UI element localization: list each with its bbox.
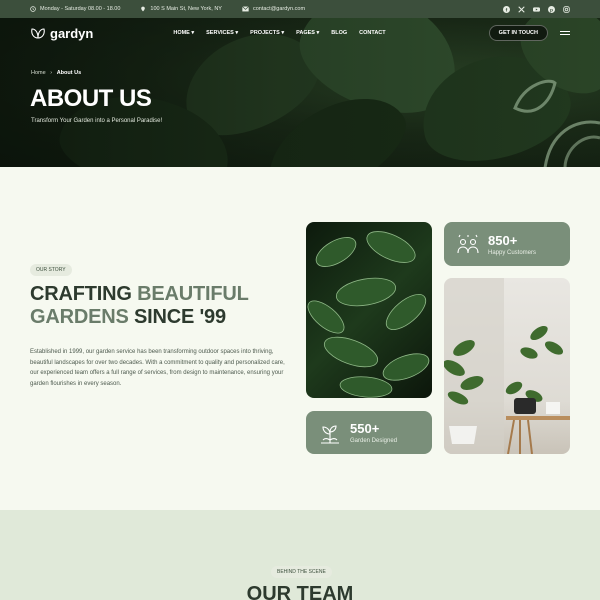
leaf-logo-icon <box>31 28 45 39</box>
address-text: 100 S Main St, New York, NY <box>150 6 222 12</box>
chevron-down-icon: ▾ <box>189 30 195 36</box>
page-title: ABOUT US <box>30 85 152 112</box>
story-heading: CRAFTING BEAUTIFUL GARDENS SINCE '99 <box>30 283 249 328</box>
breadcrumb-current: About Us <box>56 70 82 76</box>
story-badge: OUR STORY <box>30 264 72 276</box>
designed-label: Garden Designed <box>350 438 398 444</box>
chevron-down-icon: ▾ <box>279 30 285 36</box>
site-logo[interactable]: gardyn <box>30 26 93 41</box>
leaves-photo <box>306 222 432 398</box>
nav-item-contact[interactable]: CONTACT <box>359 30 385 36</box>
breadcrumb-home[interactable]: Home <box>31 70 46 76</box>
address-item: 100 S Main St, New York, NY <box>140 6 222 12</box>
x-icon[interactable] <box>518 5 525 13</box>
youtube-icon[interactable] <box>533 6 540 13</box>
page-subtitle: Transform Your Garden into a Personal Pa… <box>31 118 163 124</box>
happy-customers-card: 850+ Happy Customers <box>444 222 570 266</box>
plants-room-photo <box>444 278 570 454</box>
customers-label: Happy Customers <box>488 249 537 256</box>
chevron-right-icon: › <box>47 70 56 76</box>
mail-icon <box>242 6 249 12</box>
nav-menu: HOME ▾ SERVICES ▾ PROJECTS ▾ PAGES ▾ BLO… <box>173 30 385 36</box>
nav-item-blog[interactable]: BLOG <box>331 30 347 36</box>
logo-text: gardyn <box>50 25 94 41</box>
sprout-icon <box>321 424 339 444</box>
clock-icon <box>30 6 36 12</box>
learn-more-link[interactable]: LEARN MORE <box>40 400 76 406</box>
nav-item-projects[interactable]: PROJECTS ▾ <box>250 30 284 36</box>
nav-item-pages[interactable]: PAGES ▾ <box>296 30 319 36</box>
designed-count: 550+ <box>350 421 380 436</box>
get-in-touch-button[interactable]: GET IN TOUCH <box>488 25 548 41</box>
nav-item-home[interactable]: HOME ▾ <box>173 30 194 36</box>
top-info-bar: Monday - Saturday 08.00 - 18.00 100 S Ma… <box>0 0 600 18</box>
breadcrumb: Home › About Us <box>31 70 81 76</box>
leaf-outline-decoration <box>513 79 600 167</box>
main-navbar: gardyn HOME ▾ SERVICES ▾ PROJECTS ▾ PAGE… <box>0 18 600 48</box>
team-heading: OUR TEAM <box>246 583 354 600</box>
chevron-down-icon: ▾ <box>233 30 239 36</box>
chevron-down-icon: ▾ <box>314 30 320 36</box>
hamburger-menu-icon[interactable] <box>560 31 570 35</box>
location-pin-icon <box>141 6 146 12</box>
story-paragraph: Established in 1999, our garden service … <box>30 349 285 387</box>
people-celebrate-icon <box>457 234 479 254</box>
team-badge: BEHIND THE SCENE <box>271 566 332 578</box>
instagram-icon[interactable] <box>563 5 570 13</box>
hours-text: Monday - Saturday 08.00 - 18.00 <box>40 6 121 12</box>
svg-text:p: p <box>550 8 553 12</box>
hours-item: Monday - Saturday 08.00 - 18.00 <box>30 6 120 12</box>
gardens-designed-card: 550+ Garden Designed <box>306 411 432 454</box>
social-links: f p <box>503 5 570 13</box>
facebook-icon[interactable]: f <box>503 5 510 13</box>
email-text: contact@gardyn.com <box>252 6 306 12</box>
email-item[interactable]: contact@gardyn.com <box>242 6 305 12</box>
pinterest-icon[interactable]: p <box>548 5 555 13</box>
nav-item-services[interactable]: SERVICES ▾ <box>206 30 238 36</box>
customers-count: 850+ <box>488 232 518 248</box>
